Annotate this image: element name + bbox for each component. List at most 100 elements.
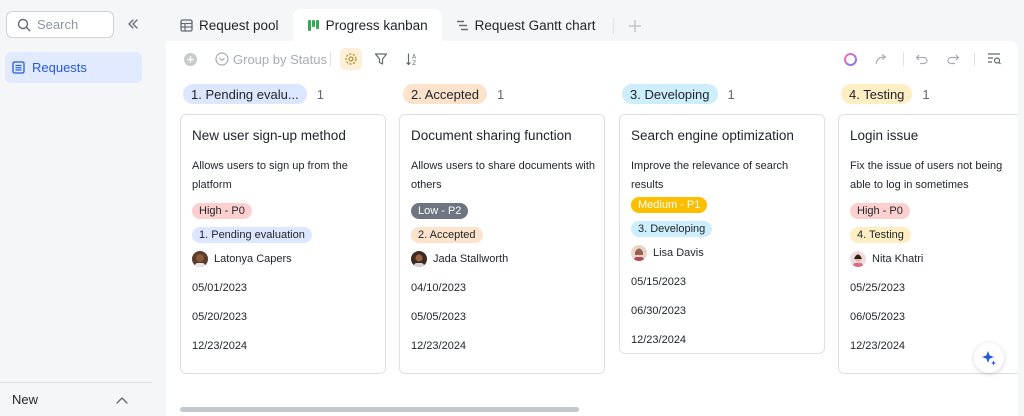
card-description: Allows users to sign up from the platfor… <box>192 160 348 191</box>
assignee: Jada Stallworth <box>411 249 593 269</box>
horizontal-scrollbar[interactable] <box>180 407 579 412</box>
kanban-card[interactable]: Login issue Fix the issue of users not b… <box>838 114 1018 374</box>
card-date: 04/10/2023 <box>411 282 467 294</box>
new-menu-toggle[interactable]: New <box>0 382 152 416</box>
assignee: Lisa Davis <box>631 243 813 263</box>
status-chip: 4. Testing <box>850 227 911 243</box>
card-date: 12/23/2024 <box>411 340 467 352</box>
column-status-pill: 4. Testing <box>841 84 913 104</box>
toolbar: Group by Status AZ <box>166 41 1018 77</box>
card-title: New user sign-up method <box>192 128 346 143</box>
assignee-name: Latonya Capers <box>214 253 292 265</box>
column-count: 1 <box>316 86 324 102</box>
column-count: 1 <box>922 86 930 102</box>
assignee-name: Nita Khatri <box>872 253 924 265</box>
assignee: Latonya Capers <box>192 249 374 269</box>
priority-chip: Low - P2 <box>411 203 469 219</box>
status-chip: 3. Developing <box>631 221 713 237</box>
tab-label: Request pool <box>199 18 279 33</box>
collapse-sidebar-button[interactable] <box>124 15 142 33</box>
toolbar-divider <box>330 52 331 66</box>
card-title: Search engine optimization <box>631 128 794 143</box>
tab-request-gantt-chart[interactable]: Request Gantt chart <box>442 9 610 42</box>
tab-label: Progress kanban <box>325 18 428 33</box>
search-input[interactable]: Search <box>6 11 114 38</box>
sort-icon: AZ <box>406 53 417 66</box>
sidebar: Search Requests New <box>0 0 152 416</box>
sort-button[interactable]: AZ <box>403 50 421 68</box>
search-placeholder: Search <box>37 17 79 32</box>
share-button[interactable] <box>872 50 890 68</box>
card-date: 12/23/2024 <box>192 340 248 352</box>
avatar <box>192 251 208 267</box>
gear-icon <box>345 53 357 65</box>
card-description: Allows users to share documents with oth… <box>411 160 596 191</box>
tab-progress-kanban[interactable]: Progress kanban <box>292 9 442 42</box>
card-date: 05/15/2023 <box>631 276 687 288</box>
card-date: 12/23/2024 <box>631 334 687 346</box>
card-date: 05/25/2023 <box>850 282 906 294</box>
kanban-panel: Group by Status AZ 1. Pending evalu... 1… <box>166 41 1018 416</box>
sidebar-item-requests[interactable]: Requests <box>5 52 142 83</box>
priority-chip: Medium - P1 <box>631 197 708 213</box>
list-search-icon <box>987 53 1001 65</box>
tab-label: Request Gantt chart <box>474 18 596 33</box>
add-record-button[interactable] <box>181 50 199 68</box>
ai-assistant-button[interactable] <box>841 50 859 68</box>
column-header[interactable]: 2. Accepted 1 <box>403 84 504 104</box>
redo-button[interactable] <box>944 50 962 68</box>
card-description: Fix the issue of users not being able to… <box>850 160 1003 191</box>
toolbar-divider <box>903 52 904 66</box>
sidebar-item-label: Requests <box>32 60 87 75</box>
search-records-button[interactable] <box>985 50 1003 68</box>
column-status-pill: 2. Accepted <box>403 84 487 104</box>
view-tabs: Request pool Progress kanban Request Gan… <box>166 8 652 42</box>
card-settings-button[interactable] <box>340 48 362 70</box>
kanban-icon <box>307 20 319 31</box>
column-header[interactable]: 1. Pending evalu... 1 <box>183 84 324 104</box>
column-count: 1 <box>727 86 735 102</box>
assignee-name: Lisa Davis <box>653 247 704 259</box>
group-by-label: Group by Status <box>233 51 327 67</box>
undo-button[interactable] <box>913 50 931 68</box>
double-chevron-left-icon <box>128 19 138 29</box>
tab-divider <box>613 18 615 34</box>
card-title: Login issue <box>850 128 919 143</box>
card-date: 06/30/2023 <box>631 305 687 317</box>
kanban-card[interactable]: Document sharing function Allows users t… <box>399 114 605 374</box>
status-chip: 1. Pending evaluation <box>192 227 312 243</box>
undo-icon <box>915 54 928 65</box>
svg-text:Z: Z <box>412 60 416 66</box>
status-chip: 2. Accepted <box>411 227 483 243</box>
column-status-pill: 3. Developing <box>622 84 718 104</box>
card-title: Document sharing function <box>411 128 572 143</box>
filter-button[interactable] <box>372 50 390 68</box>
ai-ring-icon <box>843 52 857 66</box>
card-date: 05/20/2023 <box>192 311 248 323</box>
column-header[interactable]: 4. Testing 1 <box>841 84 930 104</box>
column-header[interactable]: 3. Developing 1 <box>622 84 735 104</box>
search-icon <box>17 18 31 32</box>
avatar <box>850 251 866 267</box>
card-date: 06/05/2023 <box>850 311 906 323</box>
kanban-card[interactable]: Search engine optimization Improve the r… <box>619 114 825 354</box>
card-date: 05/05/2023 <box>411 311 467 323</box>
assignee: Nita Khatri <box>850 249 1017 269</box>
avatar <box>411 251 427 267</box>
table-icon <box>180 19 193 32</box>
gantt-icon <box>456 20 468 31</box>
chevron-up-icon <box>116 396 128 404</box>
new-label: New <box>12 392 39 407</box>
priority-chip: High - P0 <box>192 203 252 219</box>
chevron-circle-icon <box>215 52 229 66</box>
tab-request-pool[interactable]: Request pool <box>166 9 293 42</box>
ai-sparkle-button[interactable] <box>974 343 1004 373</box>
avatar <box>631 245 647 261</box>
add-view-button[interactable] <box>618 9 652 42</box>
assignee-name: Jada Stallworth <box>433 253 509 265</box>
kanban-card[interactable]: New user sign-up method Allows users to … <box>180 114 386 374</box>
share-icon <box>875 54 887 65</box>
column-count: 1 <box>496 86 505 102</box>
group-by-button[interactable]: Group by Status <box>215 50 327 68</box>
plus-icon <box>629 19 642 32</box>
